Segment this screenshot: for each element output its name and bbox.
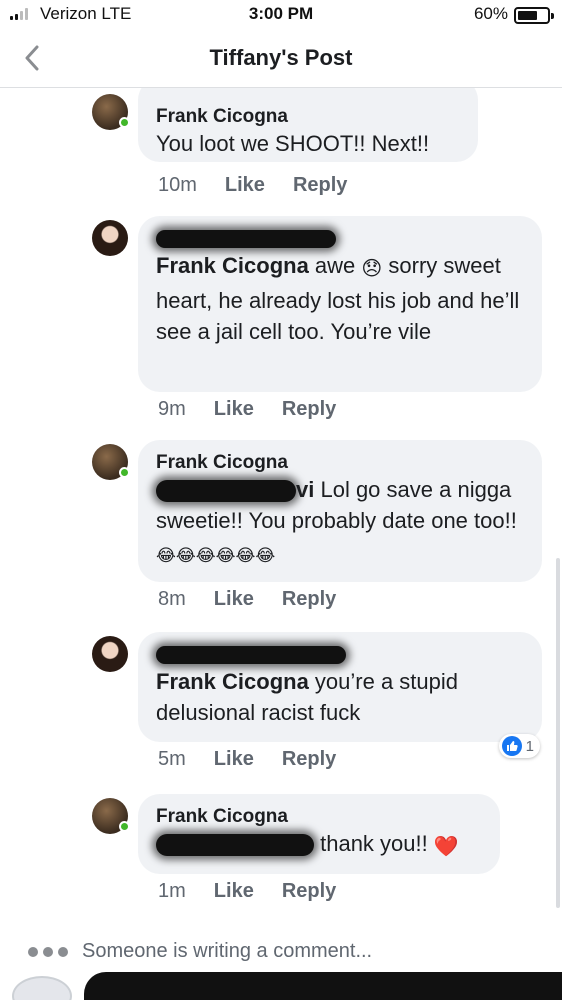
comment-actions: 1m Like Reply [158, 880, 336, 903]
comment-actions: 8m Like Reply [158, 588, 336, 611]
like-button[interactable]: Like [214, 398, 254, 421]
comment-text: vi Lol go save a nigga sweetie!! You pro… [156, 474, 524, 571]
page-title: Tiffany's Post [209, 45, 353, 70]
battery-percentage: 60% [473, 4, 508, 23]
redaction-mark [156, 834, 314, 857]
comment-thread[interactable]: Frank Cicogna You loot we SHOOT!! Next!!… [0, 88, 562, 1000]
comment-actions: 5m Like Reply [158, 748, 336, 771]
battery-icon [514, 7, 554, 24]
comment-time: 8m [158, 588, 186, 610]
online-indicator [119, 821, 130, 832]
comment-bubble[interactable]: Frank Cicogna thank you!! ❤️ [138, 794, 500, 874]
avatar[interactable] [92, 94, 130, 130]
comment-bubble[interactable]: Frank Cicogna You loot we SHOOT!! Next!! [138, 88, 478, 162]
comment-time: 10m [158, 174, 197, 196]
bottom-panel[interactable] [84, 972, 562, 1000]
heart-emoji: ❤️ [433, 836, 459, 858]
avatar[interactable] [92, 798, 130, 834]
redaction-mark [156, 480, 296, 503]
comment-author[interactable]: Frank Cicogna [156, 806, 482, 828]
comment-bubble[interactable]: Frank Cicogna awe 😞 sorry sweet heart, h… [138, 216, 542, 392]
typing-indicator: Someone is writing a comment... [28, 940, 372, 963]
comment-actions: 9m Like Reply [158, 398, 336, 421]
typing-text: Someone is writing a comment... [82, 940, 373, 962]
reaction-count: 1 [525, 737, 534, 755]
avatar[interactable] [92, 444, 130, 480]
mention-link[interactable]: Frank Cicogna [156, 669, 309, 694]
like-button[interactable]: Like [214, 588, 254, 611]
comment-author-redacted [156, 228, 524, 250]
comment-text: thank you!! ❤️ [156, 828, 482, 863]
comment-text: Frank Cicogna you’re a stupid delusional… [156, 669, 459, 725]
bottom-bar [0, 972, 562, 1000]
sad-face-emoji: 😞 [361, 258, 383, 280]
mention-link[interactable]: Frank Cicogna [156, 253, 309, 278]
online-indicator [119, 467, 130, 478]
redaction-mark [156, 645, 346, 664]
like-button[interactable]: Like [214, 880, 254, 903]
comment-author-redacted [156, 644, 524, 666]
reaction-badge[interactable]: 1 [498, 734, 540, 758]
comment-bubble[interactable]: Frank Cicogna you’re a stupid delusional… [138, 632, 542, 742]
comment-time: 1m [158, 880, 186, 902]
reply-button[interactable]: Reply [293, 174, 347, 197]
comment-time: 9m [158, 398, 186, 420]
post-thumbnail[interactable] [12, 976, 72, 1000]
avatar[interactable] [92, 636, 128, 672]
reply-button[interactable]: Reply [282, 588, 336, 611]
avatar[interactable] [92, 220, 128, 256]
like-button[interactable]: Like [214, 748, 254, 771]
reply-button[interactable]: Reply [282, 748, 336, 771]
online-indicator [119, 117, 130, 128]
comment-time: 5m [158, 748, 186, 770]
reply-button[interactable]: Reply [282, 880, 336, 903]
laughing-emoji: 😂😂😂😂😂😂 [156, 546, 276, 565]
mention-link[interactable]: vi [296, 477, 314, 502]
comment-text: Frank Cicogna awe 😞 sorry sweet heart, h… [156, 253, 520, 344]
nav-bar: Tiffany's Post [0, 30, 562, 88]
comment-actions: 10m Like Reply [158, 174, 347, 197]
comment-author[interactable]: Frank Cicogna [156, 452, 524, 474]
thumbs-up-icon [501, 736, 522, 756]
redaction-mark [156, 229, 336, 248]
comment-author[interactable]: Frank Cicogna [156, 106, 460, 128]
scrollbar[interactable] [556, 558, 560, 908]
typing-dots-icon [28, 946, 68, 957]
comment-bubble[interactable]: Frank Cicogna vi Lol go save a nigga swe… [138, 440, 542, 582]
comment-text: You loot we SHOOT!! Next!! [156, 131, 430, 156]
like-button[interactable]: Like [225, 174, 265, 197]
reply-button[interactable]: Reply [282, 398, 336, 421]
status-bar: Verizon LTE 3:00 PM 60% [0, 0, 562, 30]
